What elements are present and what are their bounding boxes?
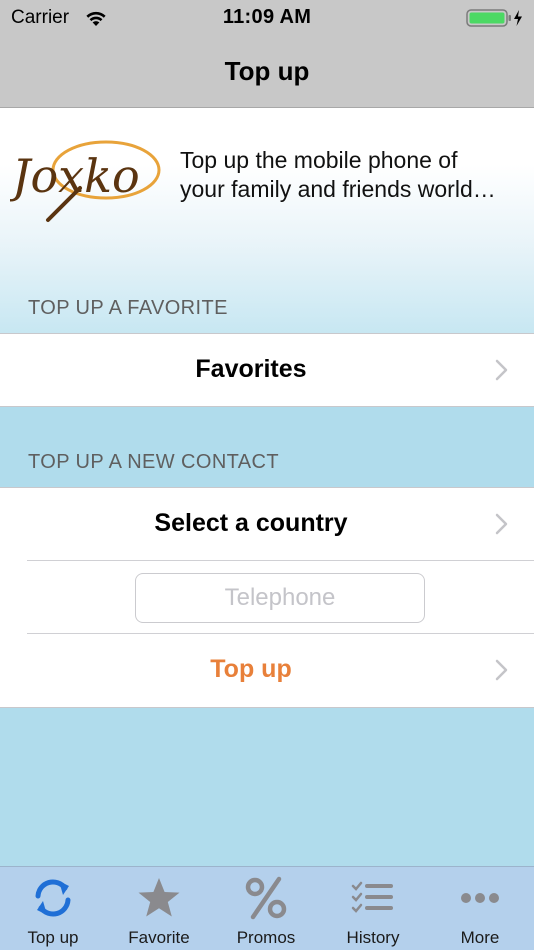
telephone-input[interactable] [135, 573, 425, 623]
page-title: Top up [224, 56, 310, 86]
battery-icon [466, 9, 522, 27]
top-up-cell[interactable]: Top up [0, 634, 534, 707]
select-country-label: Select a country [154, 509, 348, 537]
chevron-right-icon [495, 513, 508, 535]
chevron-right-icon [495, 659, 508, 681]
tab-top-up[interactable]: Top up [0, 867, 106, 950]
telephone-cell [0, 561, 534, 633]
tab-label: Promos [236, 928, 296, 947]
tab-label: More [460, 928, 500, 947]
refresh-icon [35, 879, 71, 917]
header-banner: Joxko Top up the mobile phone of your fa… [0, 108, 534, 334]
divider [0, 406, 534, 407]
new-contact-group: Select a country Top up [0, 488, 534, 707]
tab-bar: Top up Favorite Promos History More [0, 866, 534, 950]
select-country-cell[interactable]: Select a country [0, 488, 534, 560]
more-icon [461, 893, 499, 903]
tab-favorite[interactable]: Favorite [106, 867, 212, 950]
top-up-label: Top up [210, 655, 292, 683]
star-icon [138, 878, 180, 917]
tab-label: Top up [27, 928, 79, 947]
navigation-bar: Carrier 11:09 AM Top up [0, 0, 534, 108]
joxko-logo: Joxko [10, 140, 161, 222]
new-contact-section-header: TOP UP A NEW CONTACT [28, 451, 280, 473]
tab-promos[interactable]: Promos [213, 867, 319, 950]
clock: 11:09 AM [222, 6, 312, 28]
list-icon [351, 881, 393, 913]
tab-label: History [346, 928, 400, 947]
tab-history[interactable]: History [320, 867, 426, 950]
favorite-section-header: TOP UP A FAVORITE [28, 297, 228, 319]
svg-text:Joxko: Joxko [10, 149, 140, 203]
tagline-line-2: your family and friends world… [180, 176, 496, 202]
tagline-line-1: Top up the mobile phone of [180, 147, 458, 173]
tab-label: Favorite [128, 928, 190, 947]
favorites-label: Favorites [195, 355, 307, 383]
percent-icon [245, 876, 287, 920]
tab-more[interactable]: More [427, 867, 533, 950]
banner-tagline: Top up the mobile phone of your family a… [180, 146, 528, 204]
chevron-right-icon [495, 359, 508, 381]
favorites-cell[interactable]: Favorites [0, 334, 534, 406]
divider [0, 707, 534, 708]
